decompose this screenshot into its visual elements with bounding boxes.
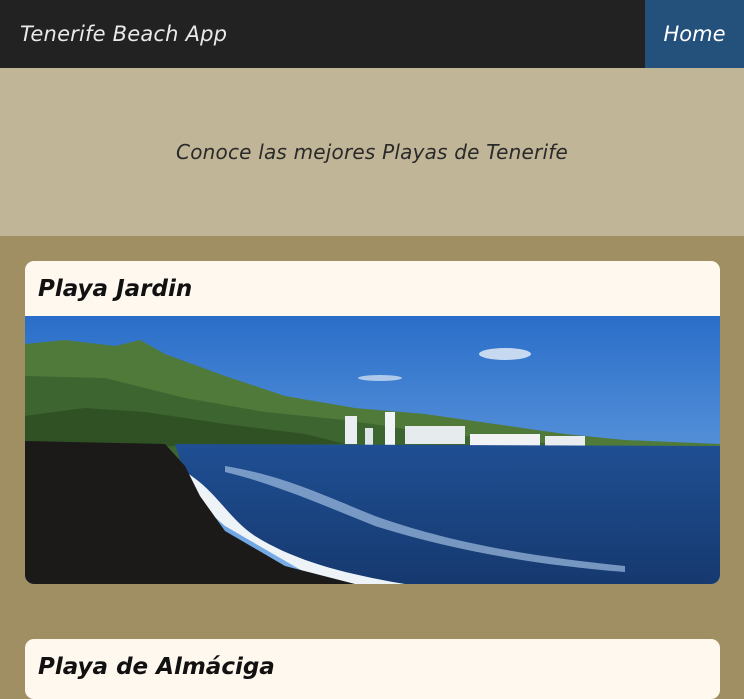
hero-banner: Conoce las mejores Playas de Tenerife [0,68,744,236]
hero-text: Conoce las mejores Playas de Tenerife [176,140,568,164]
navbar: Tenerife Beach App Home [0,0,744,68]
beach-card-title: Playa Jardin [38,275,193,302]
beach-card[interactable]: Playa de Almáciga [25,639,720,699]
beach-photo [25,316,720,584]
app-brand[interactable]: Tenerife Beach App [0,22,227,46]
beach-list: Playa Jardin Playa de Almáciga [0,236,744,699]
nav-home-link[interactable]: Home [645,0,744,68]
beach-card[interactable]: Playa Jardin [25,261,720,584]
beach-card-title: Playa de Almáciga [38,653,275,680]
